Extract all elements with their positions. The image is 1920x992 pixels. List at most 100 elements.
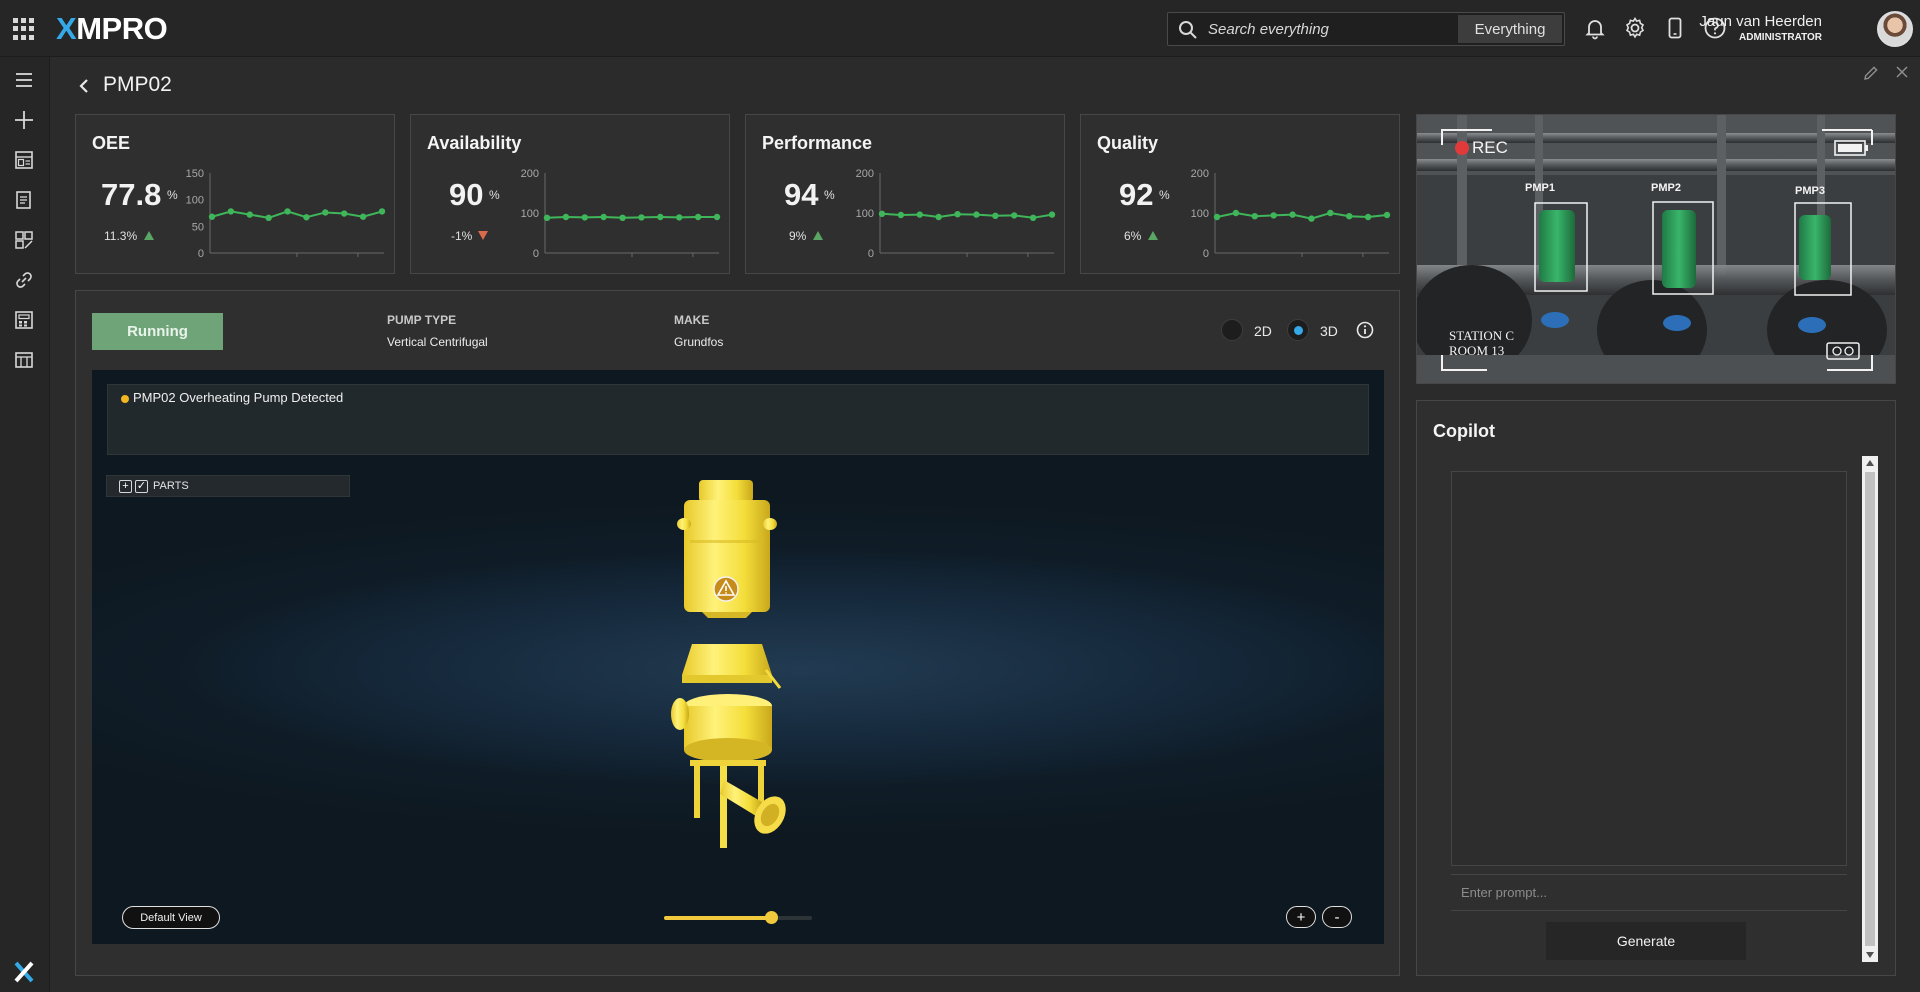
gear-icon[interactable] bbox=[1623, 16, 1647, 40]
kpi-title: Availability bbox=[427, 133, 522, 153]
data-table-icon[interactable] bbox=[13, 349, 35, 371]
checkbox-check-icon[interactable]: ✓ bbox=[135, 480, 148, 493]
search-input[interactable] bbox=[1208, 13, 1458, 45]
avatar[interactable] bbox=[1877, 11, 1913, 47]
alert-banner[interactable]: PMP02 Overheating Pump Detected bbox=[107, 384, 1369, 455]
kpi-unit: % bbox=[1159, 188, 1170, 202]
generate-button[interactable]: Generate bbox=[1546, 922, 1746, 960]
close-icon[interactable] bbox=[1894, 64, 1910, 80]
asset-detail-panel: Running PUMP TYPE Vertical Centrifugal M… bbox=[75, 290, 1400, 976]
copilot-scrollbar[interactable] bbox=[1862, 456, 1878, 962]
scroll-down-arrow-icon[interactable] bbox=[1866, 952, 1874, 958]
scroll-up-arrow-icon[interactable] bbox=[1866, 460, 1874, 466]
zoom-out-button[interactable]: - bbox=[1322, 906, 1352, 928]
search-scope-dropdown[interactable]: Everything bbox=[1458, 15, 1562, 43]
add-icon[interactable] bbox=[13, 109, 35, 131]
sparkline-point bbox=[973, 211, 980, 218]
kpi-trend-indicator bbox=[144, 231, 154, 240]
sparkline-point bbox=[657, 213, 664, 221]
status-running-button[interactable]: Running bbox=[92, 313, 223, 350]
sparkline-tick-label: 0 bbox=[533, 248, 539, 259]
xmpro-mark-icon[interactable] bbox=[12, 960, 36, 984]
bell-icon[interactable] bbox=[1583, 16, 1607, 40]
view-2d-label[interactable]: 2D bbox=[1254, 323, 1272, 339]
sparkline-point bbox=[1232, 209, 1240, 217]
sparkline-line bbox=[881, 212, 1053, 219]
info-icon[interactable] bbox=[1356, 321, 1374, 339]
xmpro-logo[interactable]: XMPRO bbox=[56, 11, 168, 47]
pump-3d-model[interactable] bbox=[662, 480, 812, 850]
back-chevron-icon[interactable] bbox=[76, 75, 92, 97]
kpi-card-performance: Performance 94 % 9% 200 100 0 bbox=[745, 114, 1065, 274]
parts-panel[interactable]: + ✓ PARTS bbox=[106, 475, 350, 497]
sparkline-point bbox=[897, 211, 905, 219]
sparkline-point bbox=[1346, 213, 1353, 220]
sparkline-point bbox=[1383, 211, 1391, 219]
expand-plus-icon[interactable]: + bbox=[119, 480, 132, 493]
sparkline-line bbox=[211, 210, 383, 219]
sparkline-point bbox=[1308, 215, 1315, 222]
mobile-device-icon[interactable] bbox=[1663, 16, 1687, 40]
copilot-panel: Copilot Generate bbox=[1416, 400, 1896, 976]
sparkline-point bbox=[935, 213, 942, 221]
kpi-unit: % bbox=[489, 188, 500, 202]
left-nav-rail bbox=[0, 57, 50, 992]
kpi-title: OEE bbox=[92, 133, 131, 153]
warning-icon[interactable] bbox=[713, 576, 739, 602]
kpi-card-availability: Availability 90 % -1% 200 100 0 bbox=[410, 114, 730, 274]
sparkline-line bbox=[546, 215, 717, 219]
copilot-prompt-input[interactable] bbox=[1451, 874, 1847, 911]
sparkline-point bbox=[246, 211, 253, 218]
sparkline-point bbox=[1270, 212, 1277, 219]
sparkline-point bbox=[1048, 211, 1056, 218]
explode-slider[interactable] bbox=[664, 911, 812, 924]
link-icon[interactable] bbox=[13, 269, 35, 291]
global-search: Everything bbox=[1167, 12, 1565, 46]
camera-feed[interactable]: REC PMP1 PMP2 PMP3 STATION C ROOM 13 bbox=[1416, 114, 1896, 384]
copilot-response-area[interactable] bbox=[1451, 471, 1847, 866]
kpi-unit: % bbox=[167, 188, 178, 202]
view-2d-radio[interactable] bbox=[1221, 319, 1243, 341]
sparkline-point bbox=[227, 208, 235, 215]
make-label: MAKE bbox=[674, 313, 710, 327]
kpi-trend-indicator bbox=[813, 231, 823, 240]
sparkline-tick-label: 0 bbox=[1203, 248, 1209, 259]
kpi-delta: 9% bbox=[789, 229, 807, 243]
kpi-trend-indicator bbox=[478, 231, 488, 240]
default-view-button[interactable]: Default View bbox=[122, 906, 220, 929]
sparkline-point bbox=[619, 214, 626, 221]
sparkline-tick-label: 100 bbox=[186, 195, 204, 207]
sparkline-tick-label: 200 bbox=[856, 168, 874, 180]
apps-grid-icon[interactable] bbox=[13, 18, 35, 40]
view-3d-radio[interactable] bbox=[1287, 319, 1309, 341]
document-icon[interactable] bbox=[13, 189, 35, 211]
make-value: Grundfos bbox=[674, 335, 724, 349]
camera-rec-label: REC bbox=[1472, 138, 1508, 157]
view-3d-label[interactable]: 3D bbox=[1320, 323, 1338, 339]
kpi-sparkline: 150 100 50 0 bbox=[186, 168, 386, 259]
sparkline-point bbox=[676, 214, 683, 221]
camera-location-line2: ROOM 13 bbox=[1449, 343, 1504, 358]
kpi-delta: 11.3% bbox=[104, 229, 138, 243]
sparkline-point bbox=[543, 214, 551, 221]
zoom-in-button[interactable]: + bbox=[1286, 906, 1316, 928]
sparkline-tick-label: 100 bbox=[856, 208, 874, 220]
sparkline-tick-label: 50 bbox=[192, 221, 204, 233]
camera-pump-label: PMP1 bbox=[1525, 182, 1555, 194]
dashboard-icon[interactable] bbox=[13, 149, 35, 171]
3d-model-viewer[interactable]: PMP02 Overheating Pump Detected + ✓ PART… bbox=[92, 370, 1384, 944]
sparkline-point bbox=[378, 208, 386, 215]
sparkline-point bbox=[878, 210, 886, 217]
edit-pencil-icon[interactable] bbox=[1862, 64, 1880, 82]
scrollbar-thumb[interactable] bbox=[1865, 472, 1875, 946]
kpi-title: Quality bbox=[1097, 133, 1159, 153]
sparkline-point bbox=[992, 212, 999, 219]
sparkline-point bbox=[581, 214, 588, 221]
user-name[interactable]: Jaun van Heerden bbox=[1699, 13, 1822, 30]
camera-pump-label: PMP2 bbox=[1651, 182, 1681, 194]
apps-icon[interactable] bbox=[13, 229, 35, 251]
explode-slider-handle[interactable] bbox=[764, 911, 778, 924]
kpi-delta: -1% bbox=[451, 229, 473, 243]
calculator-icon[interactable] bbox=[13, 309, 35, 331]
menu-icon[interactable] bbox=[13, 69, 35, 91]
